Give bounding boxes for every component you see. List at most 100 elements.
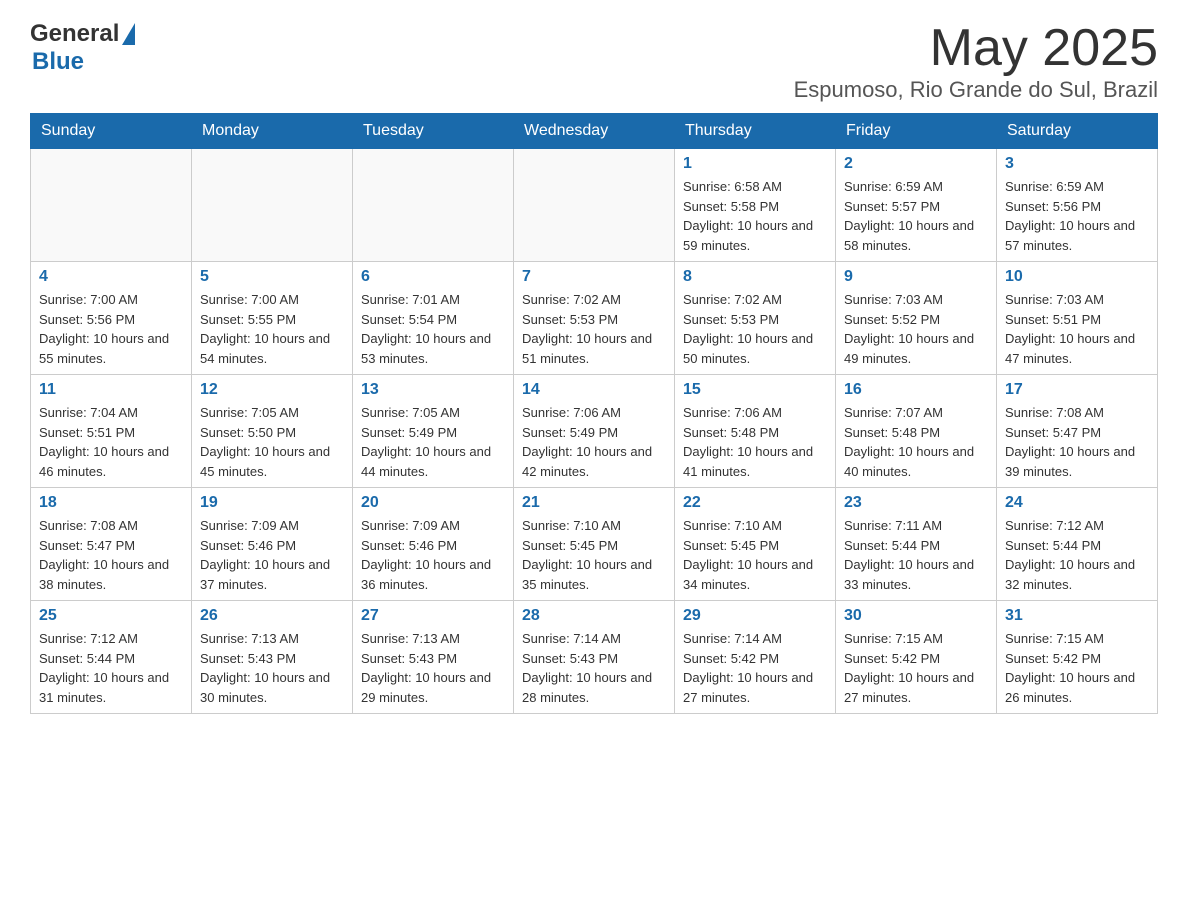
day-cell-2-6: 17 Sunrise: 7:08 AM Sunset: 5:47 PM Dayli… — [997, 375, 1158, 488]
day-number: 18 — [39, 494, 183, 512]
day-cell-4-4: 29 Sunrise: 7:14 AM Sunset: 5:42 PM Dayli… — [675, 601, 836, 714]
page-header: General Blue May 2025 Espumoso, Rio Gran… — [30, 20, 1158, 103]
day-cell-0-1 — [192, 149, 353, 262]
title-block: May 2025 Espumoso, Rio Grande do Sul, Br… — [794, 20, 1158, 103]
day-number: 6 — [361, 268, 505, 286]
day-info: Sunrise: 7:01 AM Sunset: 5:54 PM Dayligh… — [361, 290, 505, 368]
day-number: 27 — [361, 607, 505, 625]
day-cell-2-3: 14 Sunrise: 7:06 AM Sunset: 5:49 PM Dayli… — [514, 375, 675, 488]
day-number: 17 — [1005, 381, 1149, 399]
day-info: Sunrise: 7:15 AM Sunset: 5:42 PM Dayligh… — [1005, 629, 1149, 707]
day-info: Sunrise: 7:06 AM Sunset: 5:48 PM Dayligh… — [683, 403, 827, 481]
day-cell-3-5: 23 Sunrise: 7:11 AM Sunset: 5:44 PM Dayli… — [836, 488, 997, 601]
day-cell-1-0: 4 Sunrise: 7:00 AM Sunset: 5:56 PM Daylig… — [31, 262, 192, 375]
day-info: Sunrise: 7:08 AM Sunset: 5:47 PM Dayligh… — [1005, 403, 1149, 481]
col-friday: Friday — [836, 114, 997, 149]
day-cell-0-3 — [514, 149, 675, 262]
day-number: 23 — [844, 494, 988, 512]
day-cell-3-4: 22 Sunrise: 7:10 AM Sunset: 5:45 PM Dayli… — [675, 488, 836, 601]
day-info: Sunrise: 7:15 AM Sunset: 5:42 PM Dayligh… — [844, 629, 988, 707]
day-number: 2 — [844, 155, 988, 173]
col-wednesday: Wednesday — [514, 114, 675, 149]
day-number: 4 — [39, 268, 183, 286]
week-row-4: 18 Sunrise: 7:08 AM Sunset: 5:47 PM Dayli… — [31, 488, 1158, 601]
day-info: Sunrise: 6:59 AM Sunset: 5:56 PM Dayligh… — [1005, 177, 1149, 255]
day-info: Sunrise: 7:11 AM Sunset: 5:44 PM Dayligh… — [844, 516, 988, 594]
day-info: Sunrise: 7:08 AM Sunset: 5:47 PM Dayligh… — [39, 516, 183, 594]
day-info: Sunrise: 7:02 AM Sunset: 5:53 PM Dayligh… — [522, 290, 666, 368]
day-info: Sunrise: 7:06 AM Sunset: 5:49 PM Dayligh… — [522, 403, 666, 481]
day-number: 22 — [683, 494, 827, 512]
day-cell-2-5: 16 Sunrise: 7:07 AM Sunset: 5:48 PM Dayli… — [836, 375, 997, 488]
day-number: 1 — [683, 155, 827, 173]
week-row-3: 11 Sunrise: 7:04 AM Sunset: 5:51 PM Dayli… — [31, 375, 1158, 488]
day-cell-1-2: 6 Sunrise: 7:01 AM Sunset: 5:54 PM Daylig… — [353, 262, 514, 375]
day-number: 25 — [39, 607, 183, 625]
day-cell-0-4: 1 Sunrise: 6:58 AM Sunset: 5:58 PM Daylig… — [675, 149, 836, 262]
day-info: Sunrise: 7:10 AM Sunset: 5:45 PM Dayligh… — [522, 516, 666, 594]
day-info: Sunrise: 7:14 AM Sunset: 5:42 PM Dayligh… — [683, 629, 827, 707]
day-cell-3-6: 24 Sunrise: 7:12 AM Sunset: 5:44 PM Dayli… — [997, 488, 1158, 601]
logo-triangle-icon — [122, 23, 135, 45]
day-cell-2-4: 15 Sunrise: 7:06 AM Sunset: 5:48 PM Dayli… — [675, 375, 836, 488]
day-number: 8 — [683, 268, 827, 286]
day-number: 30 — [844, 607, 988, 625]
col-sunday: Sunday — [31, 114, 192, 149]
day-cell-1-5: 9 Sunrise: 7:03 AM Sunset: 5:52 PM Daylig… — [836, 262, 997, 375]
day-number: 31 — [1005, 607, 1149, 625]
day-number: 24 — [1005, 494, 1149, 512]
day-info: Sunrise: 7:03 AM Sunset: 5:52 PM Dayligh… — [844, 290, 988, 368]
day-info: Sunrise: 7:07 AM Sunset: 5:48 PM Dayligh… — [844, 403, 988, 481]
day-cell-1-1: 5Sunrise: 7:00 AM Sunset: 5:55 PM Daylig… — [192, 262, 353, 375]
day-number: 12 — [200, 381, 344, 399]
day-number: 29 — [683, 607, 827, 625]
day-info: Sunrise: 7:10 AM Sunset: 5:45 PM Dayligh… — [683, 516, 827, 594]
day-info: Sunrise: 7:13 AM Sunset: 5:43 PM Dayligh… — [361, 629, 505, 707]
calendar-header-row: Sunday Monday Tuesday Wednesday Thursday… — [31, 114, 1158, 149]
day-info: Sunrise: 7:05 AM Sunset: 5:50 PM Dayligh… — [200, 403, 344, 481]
day-info: Sunrise: 7:12 AM Sunset: 5:44 PM Dayligh… — [1005, 516, 1149, 594]
day-number: 11 — [39, 381, 183, 399]
calendar-table: Sunday Monday Tuesday Wednesday Thursday… — [30, 113, 1158, 714]
day-cell-0-0 — [31, 149, 192, 262]
day-cell-3-3: 21 Sunrise: 7:10 AM Sunset: 5:45 PM Dayli… — [514, 488, 675, 601]
day-number: 20 — [361, 494, 505, 512]
day-cell-0-6: 3Sunrise: 6:59 AM Sunset: 5:56 PM Daylig… — [997, 149, 1158, 262]
day-number: 7 — [522, 268, 666, 286]
day-info: Sunrise: 7:05 AM Sunset: 5:49 PM Dayligh… — [361, 403, 505, 481]
day-number: 26 — [200, 607, 344, 625]
day-cell-1-4: 8 Sunrise: 7:02 AM Sunset: 5:53 PM Daylig… — [675, 262, 836, 375]
day-cell-0-5: 2 Sunrise: 6:59 AM Sunset: 5:57 PM Daylig… — [836, 149, 997, 262]
col-thursday: Thursday — [675, 114, 836, 149]
day-number: 9 — [844, 268, 988, 286]
day-number: 14 — [522, 381, 666, 399]
day-info: Sunrise: 7:03 AM Sunset: 5:51 PM Dayligh… — [1005, 290, 1149, 368]
day-info: Sunrise: 6:58 AM Sunset: 5:58 PM Dayligh… — [683, 177, 827, 255]
day-info: Sunrise: 6:59 AM Sunset: 5:57 PM Dayligh… — [844, 177, 988, 255]
day-cell-3-0: 18 Sunrise: 7:08 AM Sunset: 5:47 PM Dayli… — [31, 488, 192, 601]
logo-general-text: General — [30, 20, 119, 48]
day-number: 13 — [361, 381, 505, 399]
day-cell-4-0: 25Sunrise: 7:12 AM Sunset: 5:44 PM Dayli… — [31, 601, 192, 714]
day-info: Sunrise: 7:00 AM Sunset: 5:55 PM Dayligh… — [200, 290, 344, 368]
day-number: 19 — [200, 494, 344, 512]
day-cell-3-1: 19Sunrise: 7:09 AM Sunset: 5:46 PM Dayli… — [192, 488, 353, 601]
col-tuesday: Tuesday — [353, 114, 514, 149]
location-title: Espumoso, Rio Grande do Sul, Brazil — [794, 77, 1158, 103]
day-info: Sunrise: 7:02 AM Sunset: 5:53 PM Dayligh… — [683, 290, 827, 368]
day-cell-1-6: 10Sunrise: 7:03 AM Sunset: 5:51 PM Dayli… — [997, 262, 1158, 375]
day-cell-4-6: 31 Sunrise: 7:15 AM Sunset: 5:42 PM Dayli… — [997, 601, 1158, 714]
day-number: 28 — [522, 607, 666, 625]
day-info: Sunrise: 7:13 AM Sunset: 5:43 PM Dayligh… — [200, 629, 344, 707]
day-number: 21 — [522, 494, 666, 512]
day-cell-1-3: 7 Sunrise: 7:02 AM Sunset: 5:53 PM Daylig… — [514, 262, 675, 375]
day-number: 16 — [844, 381, 988, 399]
week-row-1: 1 Sunrise: 6:58 AM Sunset: 5:58 PM Daylig… — [31, 149, 1158, 262]
week-row-2: 4 Sunrise: 7:00 AM Sunset: 5:56 PM Daylig… — [31, 262, 1158, 375]
day-number: 15 — [683, 381, 827, 399]
day-cell-4-1: 26 Sunrise: 7:13 AM Sunset: 5:43 PM Dayli… — [192, 601, 353, 714]
day-info: Sunrise: 7:04 AM Sunset: 5:51 PM Dayligh… — [39, 403, 183, 481]
day-info: Sunrise: 7:00 AM Sunset: 5:56 PM Dayligh… — [39, 290, 183, 368]
logo: General Blue — [30, 20, 135, 76]
day-cell-2-0: 11 Sunrise: 7:04 AM Sunset: 5:51 PM Dayli… — [31, 375, 192, 488]
